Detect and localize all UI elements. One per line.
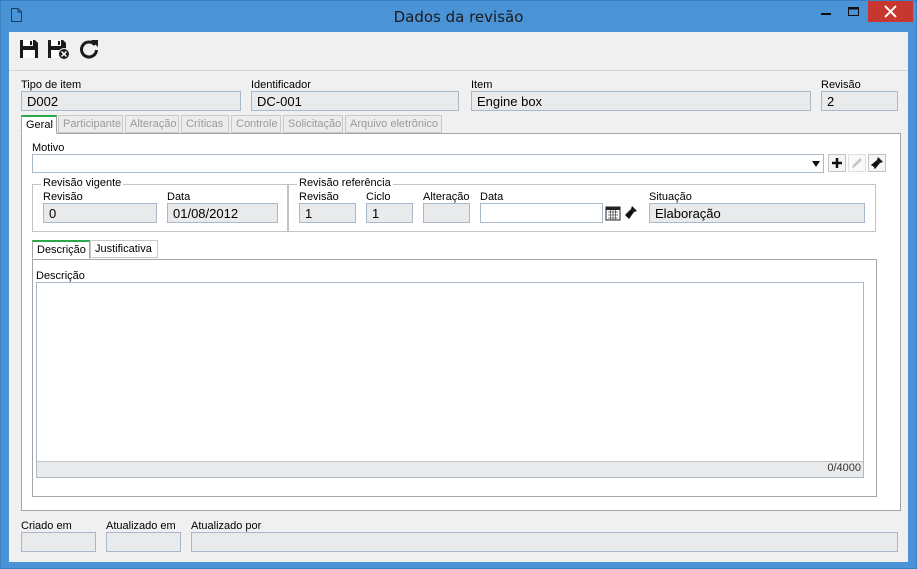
ref-revisao-field[interactable]: 1 [299, 203, 356, 223]
minimize-button[interactable] [813, 2, 839, 22]
revisao-referencia-group: Revisão referência Revisão 1 Ciclo 1 Alt… [288, 177, 876, 232]
motivo-select[interactable] [32, 154, 824, 173]
identificador-label: Identificador [251, 79, 311, 91]
atualizado-por-label: Atualizado por [191, 520, 262, 532]
geral-panel: Motivo Revisão vigente Revisão 0 Data 01… [21, 133, 901, 511]
ref-ciclo-label: Ciclo [366, 191, 391, 203]
broom-icon [625, 206, 637, 219]
dialog-client-area: Tipo de item D002 Identificador DC-001 I… [9, 32, 908, 562]
descricao-textarea[interactable]: 0/4000 [36, 282, 864, 478]
dialog-window: Dados da revisão Tipo de item D002 Ident… [0, 0, 917, 569]
save-and-close-button[interactable] [47, 38, 70, 60]
ref-ciclo-field[interactable]: 1 [366, 203, 413, 223]
identificador-field[interactable]: DC-001 [251, 91, 459, 111]
title-bar: Dados da revisão [1, 1, 916, 32]
save-and-close-icon [48, 40, 70, 60]
minimize-icon [821, 13, 831, 15]
broom-icon [871, 157, 883, 169]
descricao-text [37, 283, 863, 289]
ref-alteracao-field[interactable] [423, 203, 470, 223]
plus-icon [832, 158, 842, 168]
ref-data-label: Data [480, 191, 504, 203]
clear-date-button[interactable] [622, 204, 640, 222]
tab-geral[interactable]: Geral [21, 115, 57, 134]
clear-motivo-button[interactable] [868, 154, 886, 172]
tab-participante[interactable]: Participante [58, 115, 123, 133]
edit-motivo-button[interactable] [848, 154, 866, 172]
revisao-vigente-group: Revisão vigente Revisão 0 Data 01/08/201… [32, 177, 288, 232]
revisao-referencia-legend: Revisão referência [297, 177, 393, 189]
character-counter: 0/4000 [37, 461, 863, 477]
close-icon [884, 5, 897, 18]
floppy-disk-icon [20, 40, 38, 58]
descricao-panel: Descrição 0/4000 [32, 259, 877, 497]
close-button[interactable] [868, 1, 913, 22]
vigente-data-field[interactable]: 01/08/2012 [167, 203, 278, 223]
toolbar-separator [9, 70, 908, 71]
main-tabs: Geral Participante Alteração Críticas Co… [21, 115, 901, 134]
descricao-label: Descrição [36, 270, 85, 282]
save-button[interactable] [18, 38, 40, 60]
revisao-label: Revisão [821, 79, 861, 91]
item-label: Item [471, 79, 493, 91]
criado-em-label: Criado em [21, 520, 72, 532]
maximize-icon [848, 7, 859, 16]
ref-data-input[interactable] [480, 203, 603, 223]
tab-arquivo-eletronico[interactable]: Arquivo eletrônico [345, 115, 442, 133]
toolbar [9, 32, 908, 68]
item-field[interactable]: Engine box [471, 91, 811, 111]
atualizado-em-label: Atualizado em [106, 520, 176, 532]
atualizado-por-field[interactable] [191, 532, 898, 552]
tipo-field[interactable]: D002 [21, 91, 241, 111]
calendar-icon [605, 206, 621, 221]
add-motivo-button[interactable] [828, 154, 846, 172]
revisao-vigente-legend: Revisão vigente [41, 177, 124, 189]
criado-em-field[interactable] [21, 532, 96, 552]
refresh-button[interactable] [78, 38, 100, 60]
ref-situacao-label: Situação [649, 191, 692, 203]
window-title: Dados da revisão [393, 8, 524, 26]
tab-descricao[interactable]: Descrição [32, 240, 90, 259]
tab-criticas[interactable]: Críticas [181, 115, 229, 133]
atualizado-em-field[interactable] [106, 532, 181, 552]
ref-revisao-label: Revisão [299, 191, 339, 203]
tab-solicitacao[interactable]: Solicitação [283, 115, 343, 133]
tab-justificativa[interactable]: Justificativa [90, 240, 158, 258]
calendar-button[interactable] [604, 204, 622, 222]
refresh-icon [80, 40, 98, 59]
vigente-revisao-label: Revisão [43, 191, 83, 203]
tipo-label: Tipo de item [21, 79, 82, 91]
revisao-field[interactable]: 2 [821, 91, 898, 111]
tab-controle[interactable]: Controle [231, 115, 281, 133]
chevron-down-icon [812, 161, 820, 167]
description-tabs: Descrição Justificativa [32, 240, 872, 259]
tab-alteracao[interactable]: Alteração [125, 115, 179, 133]
vigente-revisao-field[interactable]: 0 [43, 203, 157, 223]
ref-alteracao-label: Alteração [423, 191, 470, 203]
motivo-label: Motivo [32, 142, 65, 154]
maximize-button[interactable] [840, 2, 866, 22]
vigente-data-label: Data [167, 191, 191, 203]
pencil-icon [852, 158, 862, 168]
ref-situacao-field[interactable]: Elaboração [649, 203, 865, 223]
